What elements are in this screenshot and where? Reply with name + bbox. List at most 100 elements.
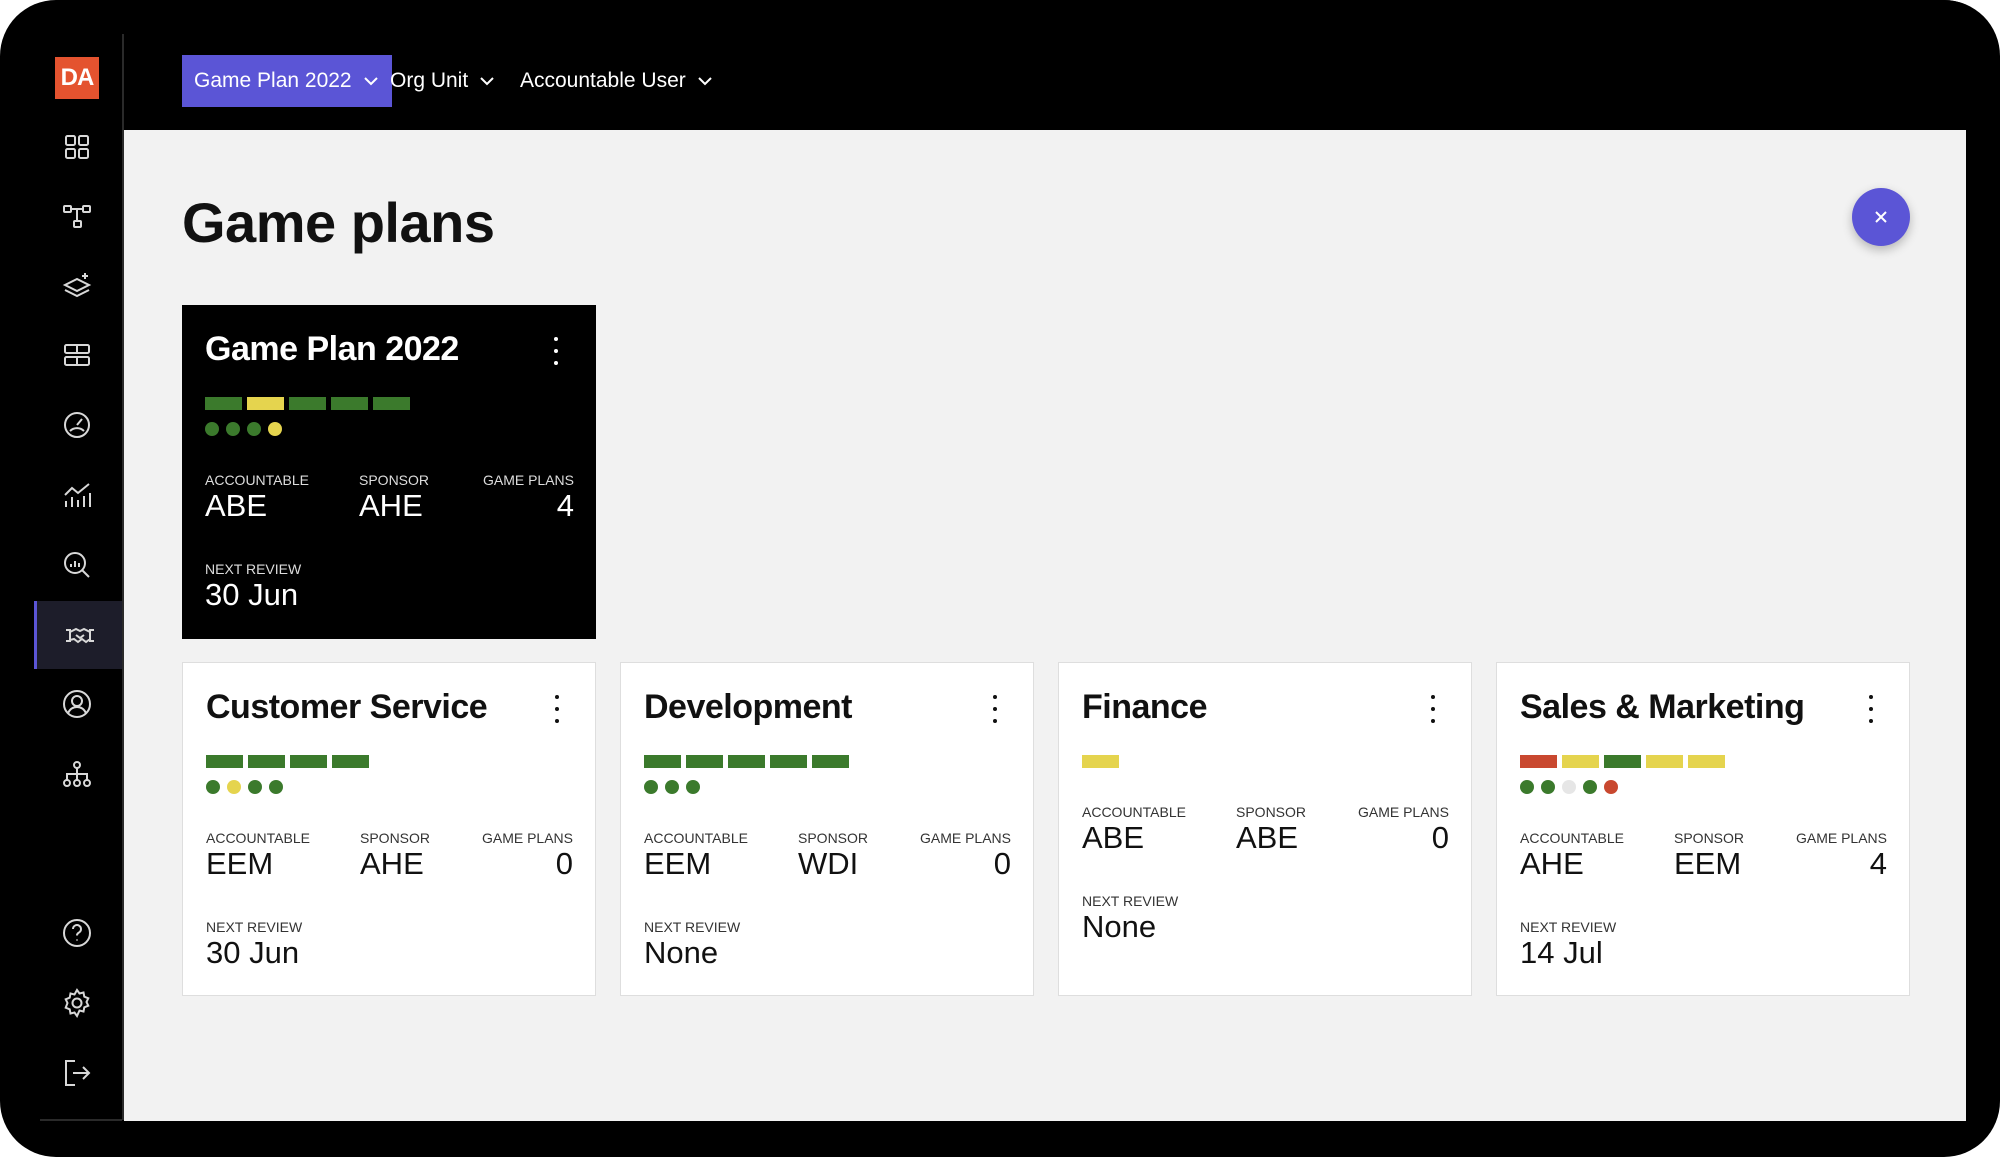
game-plans-value: 4	[556, 488, 574, 523]
accountable-label: ACCOUNTABLE	[206, 830, 310, 846]
more-options-icon[interactable]	[546, 333, 566, 369]
card-title: Finance	[1082, 688, 1207, 726]
logout-icon	[65, 1060, 91, 1086]
gauge-icon	[64, 412, 90, 438]
status-bar	[290, 755, 327, 768]
next-review-value: 30 Jun	[206, 935, 300, 970]
game-plans-label: GAME PLANS	[482, 472, 574, 488]
game-plan-card[interactable]: Game Plan 2022 ACCOUNTABLE SPONSOR GAME …	[182, 305, 596, 639]
sponsor-label: SPONSOR	[798, 830, 869, 846]
card-title: Sales & Marketing	[1520, 688, 1805, 726]
sponsor-value: ABE	[1236, 820, 1299, 855]
nav-analytics[interactable]	[41, 468, 113, 522]
main-content: Game plans Game Plan 2022 ACCOUNTABLE SP…	[124, 130, 1966, 1121]
sidebar: DA	[0, 0, 122, 1120]
nav-profile[interactable]	[41, 677, 113, 731]
status-bars	[1082, 755, 1119, 768]
game-plan-card[interactable]: Development ACCOUNTABLE SPONSOR GAME PLA…	[620, 662, 1034, 996]
game-plans-value: 4	[1869, 846, 1887, 881]
accountable-label: ACCOUNTABLE	[205, 472, 309, 488]
next-review-value: 14 Jul	[1520, 935, 1603, 970]
next-review-label: NEXT REVIEW	[1082, 893, 1179, 909]
sponsor-value: EEM	[1674, 846, 1742, 881]
chevron-down-icon	[478, 72, 496, 90]
status-dot	[1604, 780, 1618, 794]
nav-network[interactable]	[41, 189, 113, 243]
more-options-icon[interactable]	[1861, 691, 1881, 727]
accountable-value: EEM	[206, 846, 274, 881]
nav-settings[interactable]	[41, 976, 113, 1030]
accountable-label: ACCOUNTABLE	[1520, 830, 1624, 846]
status-dot	[1520, 780, 1534, 794]
filter-game-plan[interactable]: Game Plan 2022	[182, 55, 392, 107]
nav-layers[interactable]	[41, 259, 113, 313]
status-bars	[206, 755, 369, 768]
status-bar	[770, 755, 807, 768]
status-bars	[644, 755, 849, 768]
status-bar	[812, 755, 849, 768]
filter-accountable-user[interactable]: Accountable User	[520, 55, 714, 107]
game-plans-value: 0	[555, 846, 573, 881]
status-bar	[248, 755, 285, 768]
accountable-value: AHE	[1520, 846, 1584, 881]
more-options-icon[interactable]	[985, 691, 1005, 727]
status-bar	[373, 397, 410, 410]
more-options-icon[interactable]	[1423, 691, 1443, 727]
accountable-label: ACCOUNTABLE	[1082, 804, 1186, 820]
status-bar	[728, 755, 765, 768]
app-logo[interactable]: DA	[55, 57, 99, 99]
card-title: Development	[644, 688, 853, 726]
sponsor-label: SPONSOR	[1674, 830, 1745, 846]
filter-game-plan-label: Game Plan 2022	[194, 69, 352, 92]
nav-game-plans[interactable]	[34, 601, 122, 669]
game-plans-value: 0	[1431, 820, 1449, 855]
sponsor-label: SPONSOR	[359, 472, 430, 488]
card-title: Game Plan 2022	[205, 330, 459, 368]
status-dot	[206, 780, 220, 794]
nav-table[interactable]	[41, 328, 113, 382]
game-plans-value: 0	[993, 846, 1011, 881]
status-bar	[289, 397, 326, 410]
status-dot	[1562, 780, 1576, 794]
status-dot	[248, 780, 262, 794]
network-icon	[63, 205, 91, 228]
nav-org-structure[interactable]	[41, 747, 113, 801]
nav-gauge[interactable]	[41, 398, 113, 452]
status-dot	[268, 422, 282, 436]
status-bar	[1520, 755, 1557, 768]
search-chart-icon	[64, 552, 90, 578]
filter-org-unit[interactable]: Org Unit	[390, 55, 496, 107]
nav-logout[interactable]	[41, 1046, 113, 1100]
close-button[interactable]	[1852, 188, 1910, 246]
game-plans-label: GAME PLANS	[481, 830, 573, 846]
status-bar	[247, 397, 284, 410]
more-options-icon[interactable]	[547, 691, 567, 727]
filter-org-unit-label: Org Unit	[390, 69, 469, 92]
sponsor-value: WDI	[798, 846, 859, 881]
nav-dashboard[interactable]	[41, 120, 113, 174]
next-review-label: NEXT REVIEW	[1520, 919, 1617, 935]
status-bar	[1082, 755, 1119, 768]
status-dot	[247, 422, 261, 436]
nav-help[interactable]	[41, 906, 113, 960]
user-circle-icon	[63, 690, 91, 718]
game-plans-label: GAME PLANS	[919, 830, 1011, 846]
nav-insights[interactable]	[41, 538, 113, 592]
analytics-icon	[64, 483, 91, 507]
game-plan-card[interactable]: Sales & Marketing ACCOUNTABLE SPONSOR GA…	[1496, 662, 1910, 996]
accountable-value: ABE	[205, 488, 268, 523]
status-bar	[1646, 755, 1683, 768]
status-dot	[665, 780, 679, 794]
next-review-value: None	[1082, 909, 1157, 944]
game-plan-card[interactable]: Customer Service ACCOUNTABLE SPONSOR GAM…	[182, 662, 596, 996]
handshake-icon	[65, 627, 94, 644]
page-title: Game plans	[182, 191, 495, 254]
status-dot	[205, 422, 219, 436]
next-review-label: NEXT REVIEW	[206, 919, 303, 935]
status-dot	[1541, 780, 1555, 794]
game-plan-card[interactable]: Finance ACCOUNTABLE SPONSOR GAME PLANS A…	[1058, 662, 1472, 996]
next-review-value: None	[644, 935, 719, 970]
settings-icon	[64, 988, 90, 1018]
close-icon	[1875, 211, 1887, 223]
sponsor-value: AHE	[359, 488, 423, 523]
